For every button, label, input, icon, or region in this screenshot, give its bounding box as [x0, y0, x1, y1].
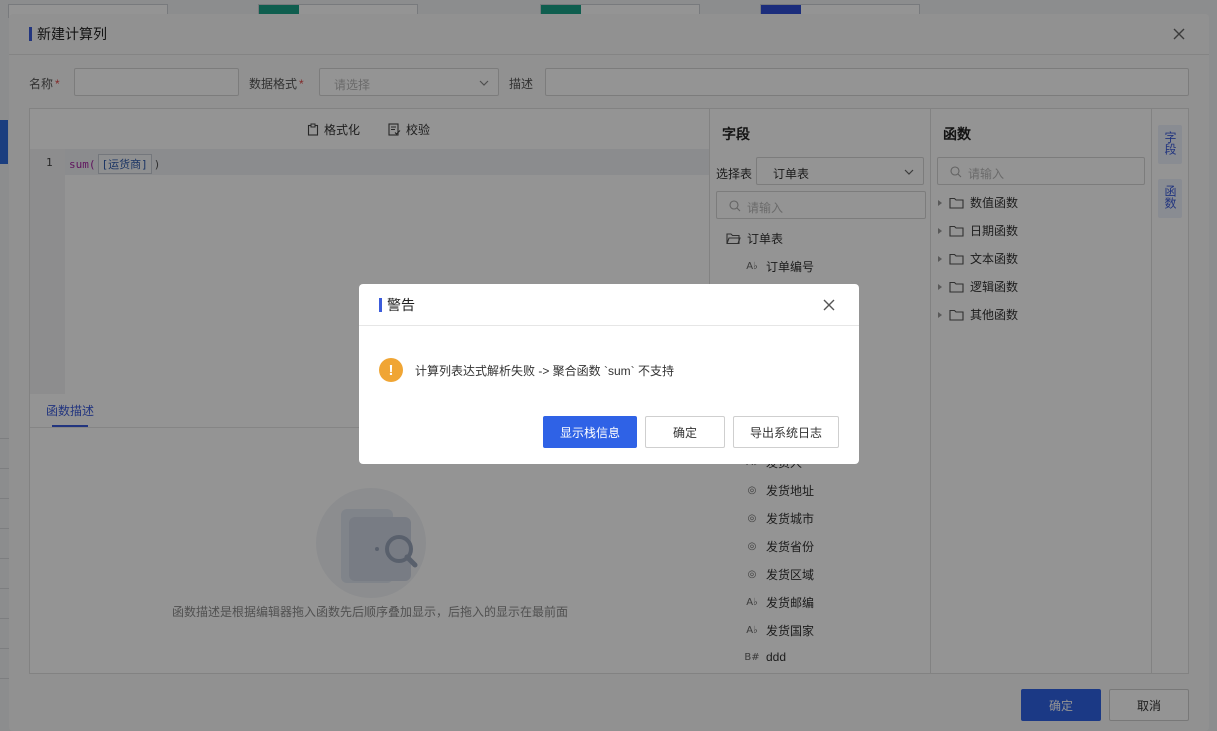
title-accent-bar [379, 297, 382, 312]
warning-body: ! 计算列表达式解析失败 -> 聚合函数 `sum` 不支持 [379, 358, 674, 382]
warning-message: 计算列表达式解析失败 -> 聚合函数 `sum` 不支持 [415, 363, 675, 378]
show-stack-button[interactable]: 显示栈信息 [543, 416, 637, 448]
warning-dialog-header: 警告 [359, 284, 859, 326]
warning-icon: ! [379, 358, 403, 382]
export-log-button[interactable]: 导出系统日志 [733, 416, 839, 448]
warning-title: 警告 [387, 296, 415, 313]
ok-button[interactable]: 确定 [645, 416, 725, 448]
warning-dialog: 警告 ! 计算列表达式解析失败 -> 聚合函数 `sum` 不支持 显示栈信息 … [359, 284, 859, 464]
close-icon[interactable] [821, 297, 837, 313]
